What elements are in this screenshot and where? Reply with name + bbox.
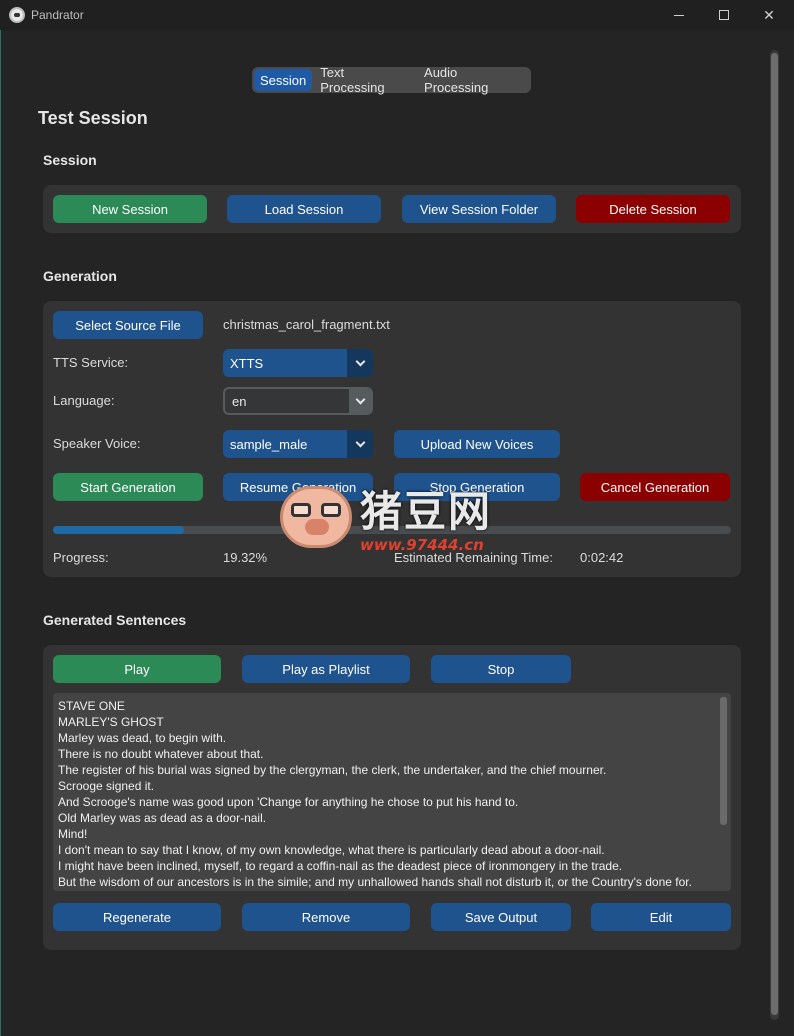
main-tabs: Session Text Processing Audio Processing xyxy=(252,65,531,95)
language-dropdown[interactable]: en xyxy=(223,387,373,415)
sentence-line[interactable]: Old Marley was as dead as a door-nail. xyxy=(58,810,726,826)
minimize-icon[interactable] xyxy=(656,0,702,30)
play-button[interactable]: Play xyxy=(53,655,221,683)
save-output-button[interactable]: Save Output xyxy=(431,903,571,931)
source-file-name: christmas_carol_fragment.txt xyxy=(223,317,390,332)
close-icon[interactable]: ✕ xyxy=(746,0,792,30)
delete-session-button[interactable]: Delete Session xyxy=(576,195,730,223)
sentence-line[interactable]: I might have been inclined, myself, to r… xyxy=(58,858,726,874)
tts-service-value: XTTS xyxy=(230,355,264,371)
language-value: en xyxy=(232,393,247,409)
regenerate-button[interactable]: Regenerate xyxy=(53,903,221,931)
sentence-line[interactable]: Mind! xyxy=(58,826,726,842)
sentence-line[interactable]: And Scrooge's name was good upon 'Change… xyxy=(58,794,726,810)
speaker-voice-value: sample_male xyxy=(230,436,308,452)
window-scrollbar-thumb[interactable] xyxy=(771,53,778,1015)
maximize-icon[interactable] xyxy=(701,0,747,30)
tab-audio-processing[interactable]: Audio Processing xyxy=(418,65,529,95)
sentence-line[interactable]: There is no doubt whatever about that. xyxy=(58,746,726,762)
generation-progress-fill xyxy=(53,526,184,534)
cancel-generation-button[interactable]: Cancel Generation xyxy=(580,473,730,501)
tts-service-dropdown[interactable]: XTTS xyxy=(223,349,373,377)
watermark-text: 猪豆网 xyxy=(360,487,493,536)
sentences-list[interactable]: STAVE ONE MARLEY'S GHOST Marley was dead… xyxy=(53,693,731,891)
chevron-down-icon[interactable] xyxy=(347,430,373,458)
upload-new-voices-button[interactable]: Upload New Voices xyxy=(394,430,560,458)
chevron-down-icon[interactable] xyxy=(347,349,373,377)
tts-service-label: TTS Service: xyxy=(53,355,129,370)
estimated-remaining-value: 0:02:42 xyxy=(580,550,624,565)
chevron-down-icon[interactable] xyxy=(349,389,371,413)
sentence-line[interactable]: MARLEY'S GHOST xyxy=(58,714,726,730)
pandrator-app-icon xyxy=(9,7,25,23)
language-label: Language: xyxy=(53,393,115,408)
generated-sentences-title: Generated Sentences xyxy=(43,612,187,628)
remove-button[interactable]: Remove xyxy=(242,903,410,931)
window-title: Pandrator xyxy=(31,8,84,22)
view-session-folder-button[interactable]: View Session Folder xyxy=(402,195,556,223)
sentence-line[interactable]: The register of his burial was signed by… xyxy=(58,762,726,778)
sentence-line[interactable]: Marley was dead, to begin with. xyxy=(58,730,726,746)
progress-value: 19.32% xyxy=(223,550,268,565)
sentence-line[interactable]: Scrooge signed it. xyxy=(58,778,726,794)
sentences-scrollbar-thumb[interactable] xyxy=(720,697,727,825)
page-title: Test Session xyxy=(38,108,148,128)
tab-session[interactable]: Session xyxy=(254,69,313,91)
progress-label: Progress: xyxy=(53,550,109,565)
generation-section-title: Generation xyxy=(43,268,117,284)
pig-logo-icon xyxy=(280,486,352,548)
sentence-line[interactable]: But the wisdom of our ancestors is in th… xyxy=(58,874,726,890)
edit-button[interactable]: Edit xyxy=(591,903,731,931)
watermark: 猪豆网 www.97444.cn xyxy=(280,478,520,558)
stop-playback-button[interactable]: Stop xyxy=(431,655,571,683)
session-section-title: Session xyxy=(43,152,97,168)
start-generation-button[interactable]: Start Generation xyxy=(53,473,203,501)
load-session-button[interactable]: Load Session xyxy=(227,195,381,223)
sentence-line[interactable]: STAVE ONE xyxy=(58,698,726,714)
tab-text-processing[interactable]: Text Processing xyxy=(314,65,416,95)
title-bar: Pandrator ✕ xyxy=(0,0,794,30)
speaker-voice-label: Speaker Voice: xyxy=(53,436,141,451)
speaker-voice-dropdown[interactable]: sample_male xyxy=(223,430,373,458)
sentence-line[interactable]: I don't mean to say that I know, of my o… xyxy=(58,842,726,858)
select-source-file-button[interactable]: Select Source File xyxy=(53,311,203,339)
watermark-url: www.97444.cn xyxy=(360,536,484,554)
play-as-playlist-button[interactable]: Play as Playlist xyxy=(242,655,410,683)
new-session-button[interactable]: New Session xyxy=(53,195,207,223)
